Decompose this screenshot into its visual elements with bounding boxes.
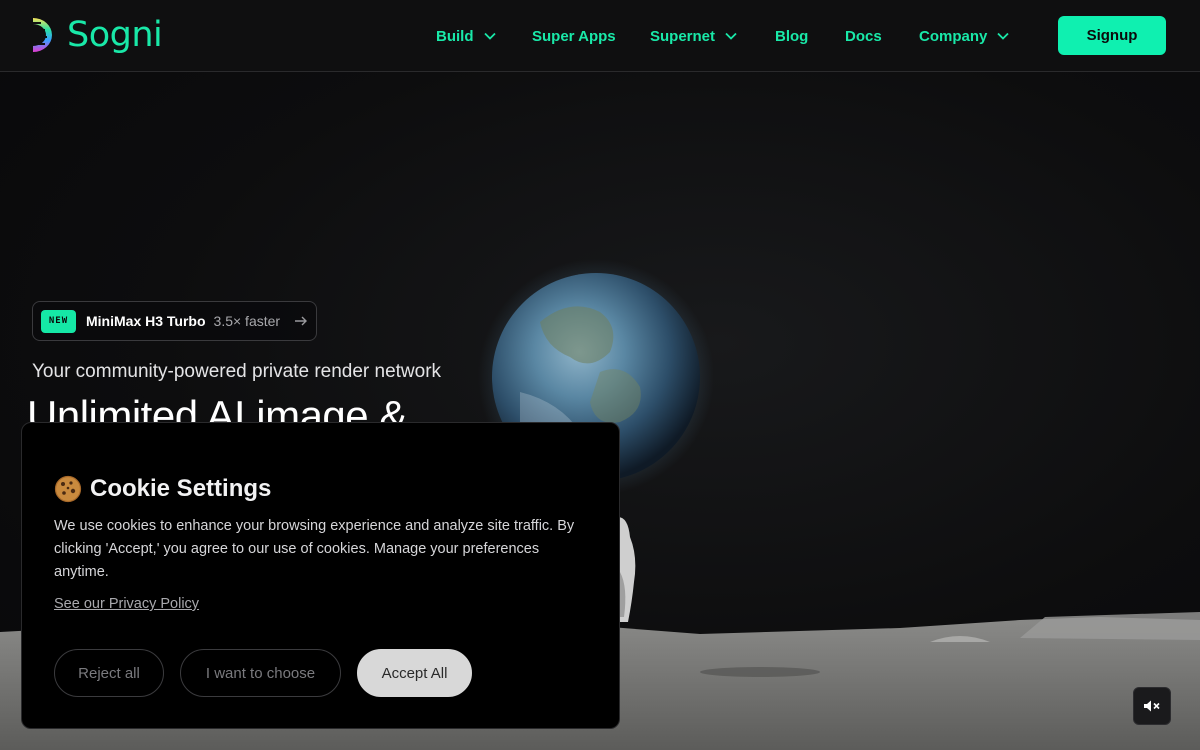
chevron-down-icon bbox=[725, 32, 737, 40]
badge-title: MiniMax H3 Turbo bbox=[86, 313, 206, 329]
nav-blog[interactable]: Blog bbox=[775, 24, 808, 48]
badge-subtitle: 3.5× faster bbox=[213, 313, 281, 329]
chevron-down-icon bbox=[483, 32, 496, 40]
accept-all-button[interactable]: Accept All bbox=[357, 649, 472, 697]
nav-blog-label: Blog bbox=[775, 27, 809, 45]
new-tag: NEW bbox=[41, 309, 76, 333]
brand-name: Sogni bbox=[67, 14, 163, 55]
chevron-down-icon bbox=[997, 32, 1009, 40]
top-navbar: Sogni Build Super Apps Supernet Blog Doc… bbox=[0, 0, 1200, 72]
cookie-body-text: We use cookies to enhance your browsing … bbox=[54, 518, 575, 580]
nav-docs-label: Docs bbox=[845, 27, 882, 45]
nav-super-apps-label: Super Apps bbox=[532, 27, 616, 45]
cookie-icon bbox=[54, 475, 82, 503]
arrow-right-icon bbox=[295, 316, 308, 326]
nav-build[interactable]: Build bbox=[436, 24, 496, 48]
nav-supernet[interactable]: Supernet bbox=[650, 24, 737, 48]
reject-all-button[interactable]: Reject all bbox=[54, 649, 164, 697]
privacy-policy-link[interactable]: See our Privacy Policy bbox=[54, 596, 199, 612]
nav-supernet-label: Supernet bbox=[650, 27, 716, 45]
sogni-logo[interactable]: Sogni bbox=[31, 14, 163, 56]
cookie-title-row: Cookie Settings bbox=[54, 475, 271, 503]
sogni-logo-icon bbox=[31, 18, 52, 52]
speaker-muted-icon bbox=[1144, 700, 1160, 712]
new-model-badge[interactable]: NEW MiniMax H3 Turbo 3.5× faster bbox=[32, 301, 317, 341]
nav-company[interactable]: Company bbox=[919, 24, 1009, 48]
cookie-settings-dialog: Cookie Settings We use cookies to enhanc… bbox=[21, 422, 620, 729]
nav-super-apps[interactable]: Super Apps bbox=[532, 24, 616, 48]
choose-preferences-button[interactable]: I want to choose bbox=[180, 649, 341, 697]
nav-company-label: Company bbox=[919, 27, 988, 45]
nav-docs[interactable]: Docs bbox=[845, 24, 882, 48]
cookie-title: Cookie Settings bbox=[90, 475, 272, 502]
mute-toggle-button[interactable] bbox=[1133, 687, 1171, 725]
signup-button[interactable]: Signup bbox=[1058, 16, 1166, 55]
hero-tagline: Your community-powered private render ne… bbox=[32, 361, 442, 382]
nav-build-label: Build bbox=[436, 27, 474, 45]
